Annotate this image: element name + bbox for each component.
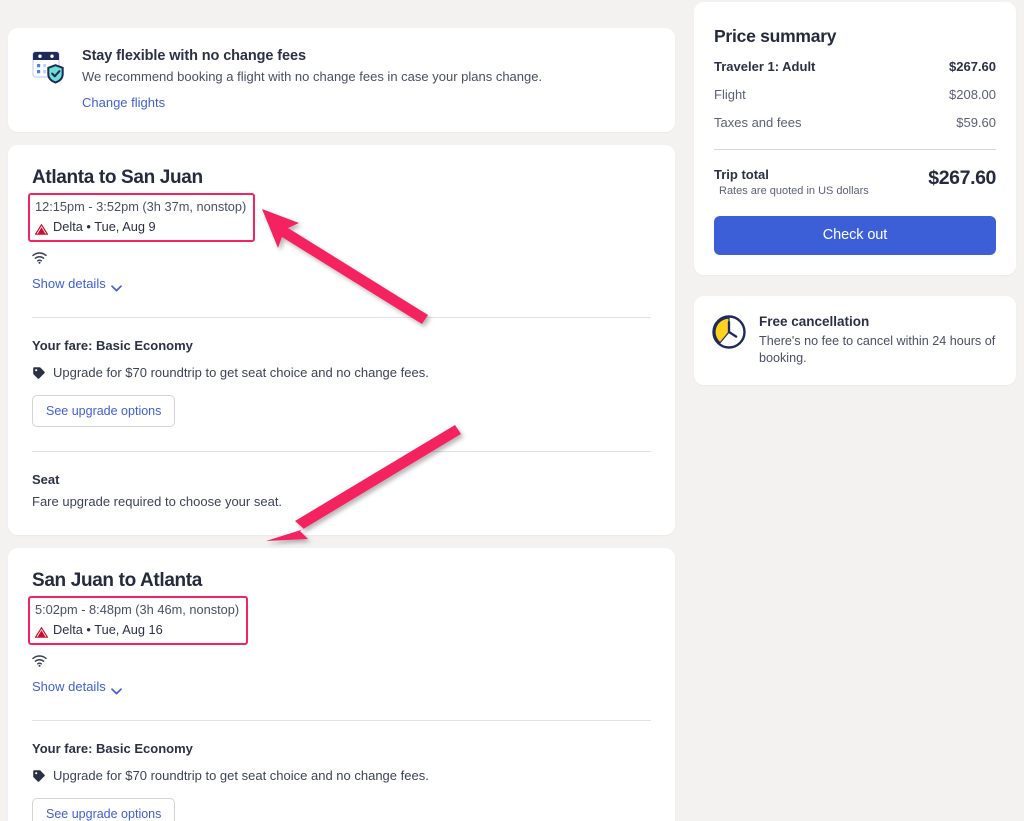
upgrade-offer-text: Upgrade for $70 roundtrip to get seat ch… xyxy=(53,767,429,785)
banner-subtitle: We recommend booking a flight with no ch… xyxy=(82,68,542,86)
upgrade-offer-text: Upgrade for $70 roundtrip to get seat ch… xyxy=(53,364,429,382)
seat-body: Fare upgrade required to choose your sea… xyxy=(32,493,651,511)
flight-airline-row: Delta • Tue, Aug 16 xyxy=(35,620,239,639)
trip-total-value: $267.60 xyxy=(928,166,996,190)
chevron-down-icon xyxy=(111,280,122,287)
free-cancellation-card: Free cancellation There's no fee to canc… xyxy=(694,296,1016,385)
show-details-label: Show details xyxy=(32,276,106,291)
wifi-icon xyxy=(32,251,47,268)
tag-icon xyxy=(32,769,46,783)
flight-summary-highlight: 5:02pm - 8:48pm (3h 46m, nonstop) Delta … xyxy=(28,596,248,645)
fare-title: Your fare: Basic Economy xyxy=(32,337,651,355)
show-details-label: Show details xyxy=(32,679,106,694)
calendar-shield-icon xyxy=(30,48,68,86)
see-upgrade-options-button-return[interactable]: See upgrade options xyxy=(32,798,175,821)
amenities-row xyxy=(32,251,651,267)
change-flights-link[interactable]: Change flights xyxy=(82,94,165,112)
no-change-fees-banner: Stay flexible with no change fees We rec… xyxy=(8,28,675,132)
itinerary-column: Stay flexible with no change fees We rec… xyxy=(8,0,675,821)
cancellation-title: Free cancellation xyxy=(759,313,996,331)
trip-total-label: Trip total xyxy=(714,166,869,183)
flight-airline-text: Delta • Tue, Aug 9 xyxy=(53,217,156,236)
price-row-label: Taxes and fees xyxy=(714,114,801,132)
flight-route-title: Atlanta to San Juan xyxy=(32,165,651,190)
delta-logo-icon xyxy=(35,624,48,635)
summary-column: Price summary Traveler 1: Adult $267.60 … xyxy=(694,0,1016,385)
price-summary-card: Price summary Traveler 1: Adult $267.60 … xyxy=(694,2,1016,275)
seat-title: Seat xyxy=(32,471,651,489)
flight-summary-highlight: 12:15pm - 3:52pm (3h 37m, nonstop) Delta… xyxy=(28,193,255,242)
show-details-toggle-return[interactable]: Show details xyxy=(32,679,122,694)
flight-header: San Juan to Atlanta 5:02pm - 8:48pm (3h … xyxy=(32,548,651,645)
price-row-traveler: Traveler 1: Adult $267.60 xyxy=(714,58,996,76)
price-divider xyxy=(714,149,996,150)
upgrade-offer-row: Upgrade for $70 roundtrip to get seat ch… xyxy=(32,364,651,382)
flight-times: 5:02pm - 8:48pm (3h 46m, nonstop) xyxy=(35,601,239,619)
upgrade-offer-row: Upgrade for $70 roundtrip to get seat ch… xyxy=(32,767,651,785)
flight-header: Atlanta to San Juan 12:15pm - 3:52pm (3h… xyxy=(32,145,651,242)
trip-total-row: Trip total Rates are quoted in US dollar… xyxy=(714,166,996,199)
clock-icon xyxy=(711,314,747,350)
check-out-button[interactable]: Check out xyxy=(714,216,996,255)
booking-review-page: Stay flexible with no change fees We rec… xyxy=(0,0,1024,821)
fare-section: Your fare: Basic Economy Upgrade for $70… xyxy=(32,318,651,427)
price-row-value: $267.60 xyxy=(949,58,996,76)
banner-title: Stay flexible with no change fees xyxy=(82,47,542,66)
wifi-icon xyxy=(32,654,47,671)
fare-section: Your fare: Basic Economy Upgrade for $70… xyxy=(32,721,651,821)
fare-title: Your fare: Basic Economy xyxy=(32,740,651,758)
price-row-flight: Flight $208.00 xyxy=(714,86,996,104)
flight-card-return: San Juan to Atlanta 5:02pm - 8:48pm (3h … xyxy=(8,548,675,821)
flight-card-outbound: Atlanta to San Juan 12:15pm - 3:52pm (3h… xyxy=(8,145,675,535)
price-summary-title: Price summary xyxy=(714,24,996,48)
amenities-row xyxy=(32,654,651,670)
seat-section: Seat Fare upgrade required to choose you… xyxy=(32,452,651,535)
flight-airline-row: Delta • Tue, Aug 9 xyxy=(35,217,246,236)
flight-route-title: San Juan to Atlanta xyxy=(32,568,651,593)
tag-icon xyxy=(32,366,46,380)
price-row-label: Traveler 1: Adult xyxy=(714,58,815,76)
show-details-toggle-outbound[interactable]: Show details xyxy=(32,276,122,291)
see-upgrade-options-button-outbound[interactable]: See upgrade options xyxy=(32,395,175,427)
trip-total-note: Rates are quoted in US dollars xyxy=(714,184,869,199)
chevron-down-icon xyxy=(111,683,122,690)
delta-logo-icon xyxy=(35,221,48,232)
flight-times: 12:15pm - 3:52pm (3h 37m, nonstop) xyxy=(35,198,246,216)
price-row-taxes: Taxes and fees $59.60 xyxy=(714,114,996,132)
flight-airline-text: Delta • Tue, Aug 16 xyxy=(53,620,163,639)
price-row-value: $208.00 xyxy=(949,86,996,104)
cancellation-body: There's no fee to cancel within 24 hours… xyxy=(759,333,996,367)
price-row-label: Flight xyxy=(714,86,746,104)
price-row-value: $59.60 xyxy=(956,114,996,132)
